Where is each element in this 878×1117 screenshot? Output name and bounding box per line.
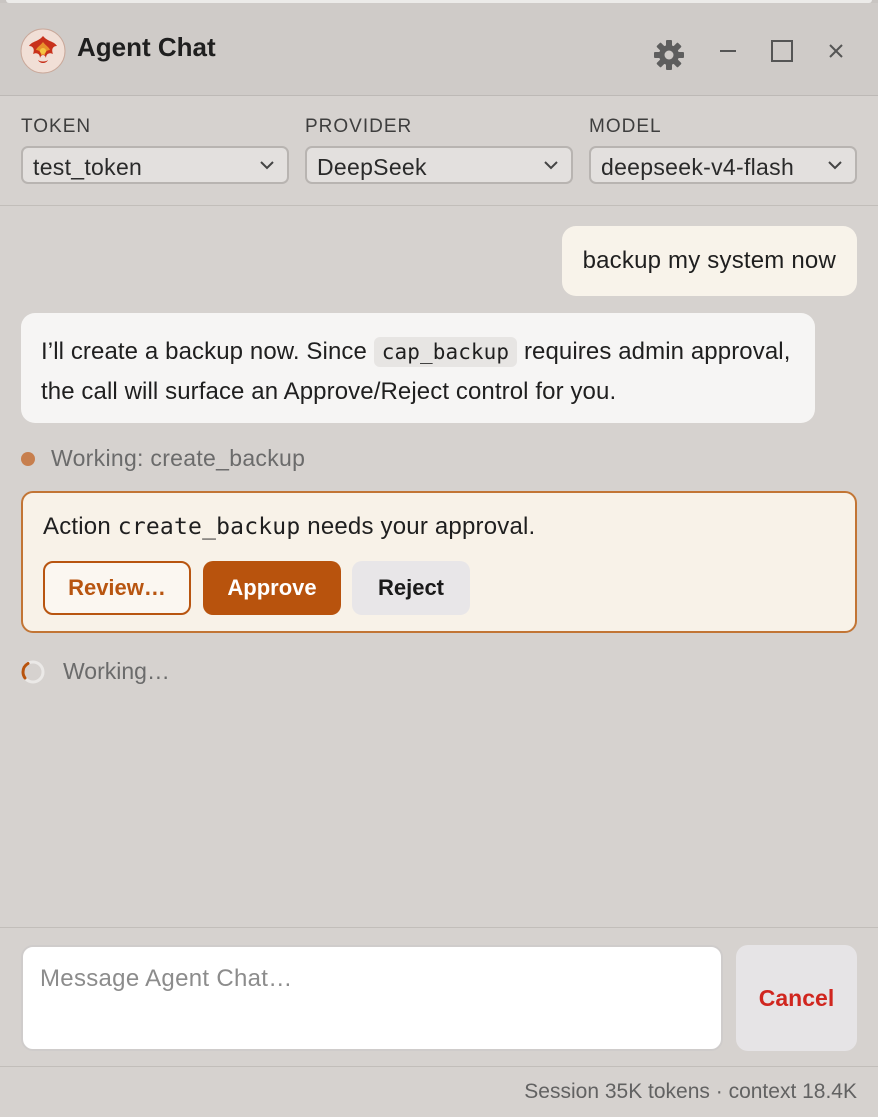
provider-select[interactable]: DeepSeek [305, 146, 573, 184]
phoenix-logo-icon [20, 28, 66, 74]
user-message: backup my system now [561, 226, 857, 296]
approval-action-name: create_backup [117, 514, 301, 540]
composer: Cancel [0, 927, 878, 1067]
provider-label: PROVIDER [305, 116, 413, 137]
title-bar: Agent Chat [0, 3, 878, 96]
assistant-message: I’ll create a backup now. Since cap_back… [21, 313, 815, 423]
minimize-icon[interactable] [714, 37, 742, 65]
spinner-icon [21, 660, 45, 684]
token-select-value: test_token [33, 154, 143, 180]
model-label: MODEL [589, 116, 662, 137]
model-select[interactable]: deepseek-v4-flash [589, 146, 857, 184]
approval-suffix: needs your approval. [300, 513, 536, 540]
token-label: TOKEN [21, 116, 92, 137]
window-title: Agent Chat [77, 32, 216, 62]
chevron-down-icon [828, 161, 842, 170]
approval-prefix: Action [43, 513, 118, 540]
review-button[interactable]: Review… [43, 561, 191, 615]
gear-icon[interactable] [652, 38, 686, 72]
chevron-down-icon [260, 161, 274, 170]
cancel-button[interactable]: Cancel [736, 945, 857, 1051]
working-text: Working… [63, 658, 170, 684]
approval-card: Action create_backup needs your approval… [21, 491, 857, 633]
model-select-value: deepseek-v4-flash [601, 154, 795, 180]
selector-bar: TOKEN test_token PROVIDER DeepSeek MODEL… [0, 96, 878, 206]
inline-code: cap_backup [373, 337, 518, 367]
maximize-icon[interactable] [768, 37, 796, 65]
approve-button[interactable]: Approve [203, 561, 341, 615]
provider-select-value: DeepSeek [317, 154, 427, 180]
message-input[interactable] [21, 945, 723, 1051]
session-usage: Session 35K tokens · context 18.4K [524, 1080, 857, 1103]
tool-status-text: Working: create_backup [51, 445, 306, 471]
approval-message: Action create_backup needs your approval… [43, 513, 535, 541]
close-icon[interactable] [822, 37, 850, 65]
chevron-down-icon [544, 161, 558, 170]
status-dot-icon [21, 452, 35, 466]
token-select[interactable]: test_token [21, 146, 289, 184]
assistant-message-text: I’ll create a backup now. Since [41, 338, 374, 365]
reject-button[interactable]: Reject [352, 561, 470, 615]
chat-transcript[interactable]: backup my system now I’ll create a backu… [0, 206, 878, 926]
